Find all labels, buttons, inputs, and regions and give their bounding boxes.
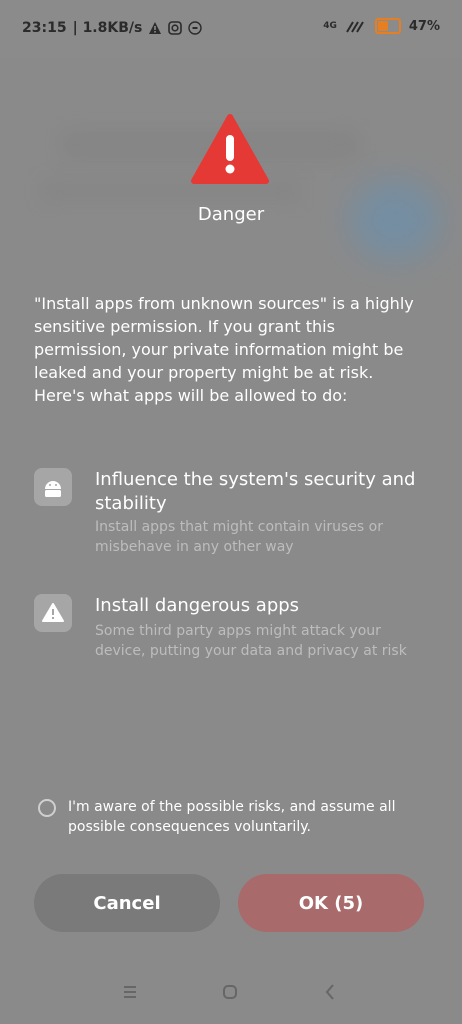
warning-icon [34,594,72,632]
home-icon[interactable] [218,980,242,1004]
permission-item: Influence the system's security and stab… [34,468,434,558]
network-type: 4G [323,21,337,31]
permission-item: Install dangerous apps Some third party … [34,594,434,664]
permission-subtitle: Some third party apps might attack your … [95,623,407,659]
permission-title: Influence the system's security and stab… [95,469,416,514]
dialog-title: Danger [197,204,265,225]
dialog-description: "Install apps from unknown sources" is a… [34,294,414,405]
signal-icon [346,21,364,33]
menu-icon[interactable] [118,980,142,1004]
back-icon[interactable] [318,980,342,1004]
status-right: 4G 47% [323,18,440,34]
permission-title: Install dangerous apps [95,595,300,616]
battery-percent: 47% [408,18,440,34]
alert-icon [149,22,162,34]
battery-icon [374,18,401,34]
permission-subtitle: Install apps that might contain viruses … [95,519,383,555]
ok-button[interactable]: OK (5) [238,874,424,932]
status-left: 23:15 | 1.8KB/s [22,20,203,36]
status-time: 23:15 [22,20,67,36]
status-bar: 23:15 | 1.8KB/s 4G 47% [0,0,462,58]
android-icon [34,468,72,506]
warning-triangle-icon [191,114,269,184]
risk-acknowledgement-radio[interactable] [38,799,56,817]
notification-count-icon [188,21,203,35]
cancel-button[interactable]: Cancel [34,874,220,932]
battery-fill [377,21,389,31]
instagram-icon [168,21,183,35]
risk-acknowledgement-label: I'm aware of the possible risks, and ass… [68,799,396,835]
status-speed: | 1.8KB/s [72,20,143,36]
navigation-bar [0,970,462,1024]
